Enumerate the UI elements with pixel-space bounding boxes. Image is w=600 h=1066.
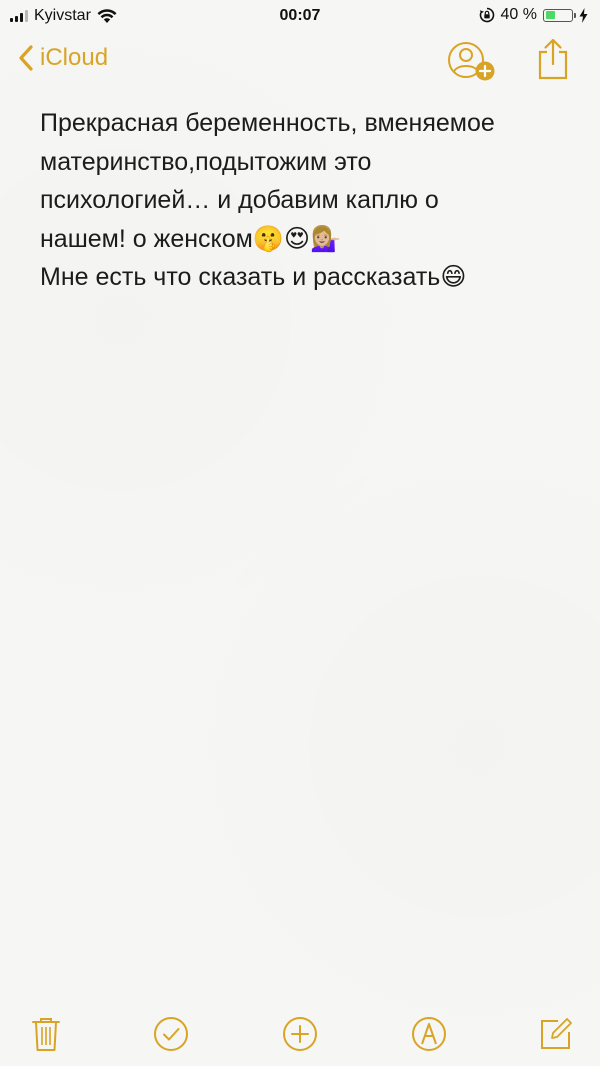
share-icon [538,38,568,80]
note-line: Прекрасная беременность, вменяемое [40,109,495,137]
note-line: Мне есть что сказать и рассказать😄 [40,263,467,291]
charging-bolt-icon [579,7,588,23]
checklist-icon [154,1017,188,1051]
add-person-icon [448,42,495,81]
compose-button[interactable] [536,1014,576,1054]
trash-icon [32,1018,60,1051]
back-button[interactable]: iCloud [18,44,108,72]
orientation-lock-icon [479,7,494,23]
checklist-button[interactable] [151,1014,191,1054]
battery-icon [543,8,576,22]
note-line: нашем! о женском🤫😍💁🏼‍♀️ [40,224,342,253]
markup-button[interactable] [409,1014,449,1054]
status-bar: Kyivstar 00:07 40 % [0,0,600,32]
add-person-button[interactable] [446,40,498,89]
notes-screen: Kyivstar 00:07 40 % iCloud Прекрасная бе… [0,0,600,1066]
compose-icon [541,1018,572,1049]
battery-level [545,11,556,19]
add-button[interactable] [280,1014,320,1054]
status-right: 40 % [479,6,588,24]
markup-icon [412,1017,446,1051]
note-line: психологией… и добавим каплю о [40,186,439,214]
note-line: материнство,подытожим это [40,147,372,176]
battery-percent: 40 % [500,6,537,23]
add-icon [283,1017,317,1051]
share-button[interactable] [536,38,570,85]
nav-bar: iCloud [0,36,600,88]
delete-button[interactable] [26,1014,66,1054]
note-text[interactable]: Прекрасная беременность, вменяемое матер… [40,104,570,297]
bottom-toolbar [0,1000,600,1066]
back-button-label: iCloud [40,44,109,71]
chevron-left-icon [19,45,33,71]
